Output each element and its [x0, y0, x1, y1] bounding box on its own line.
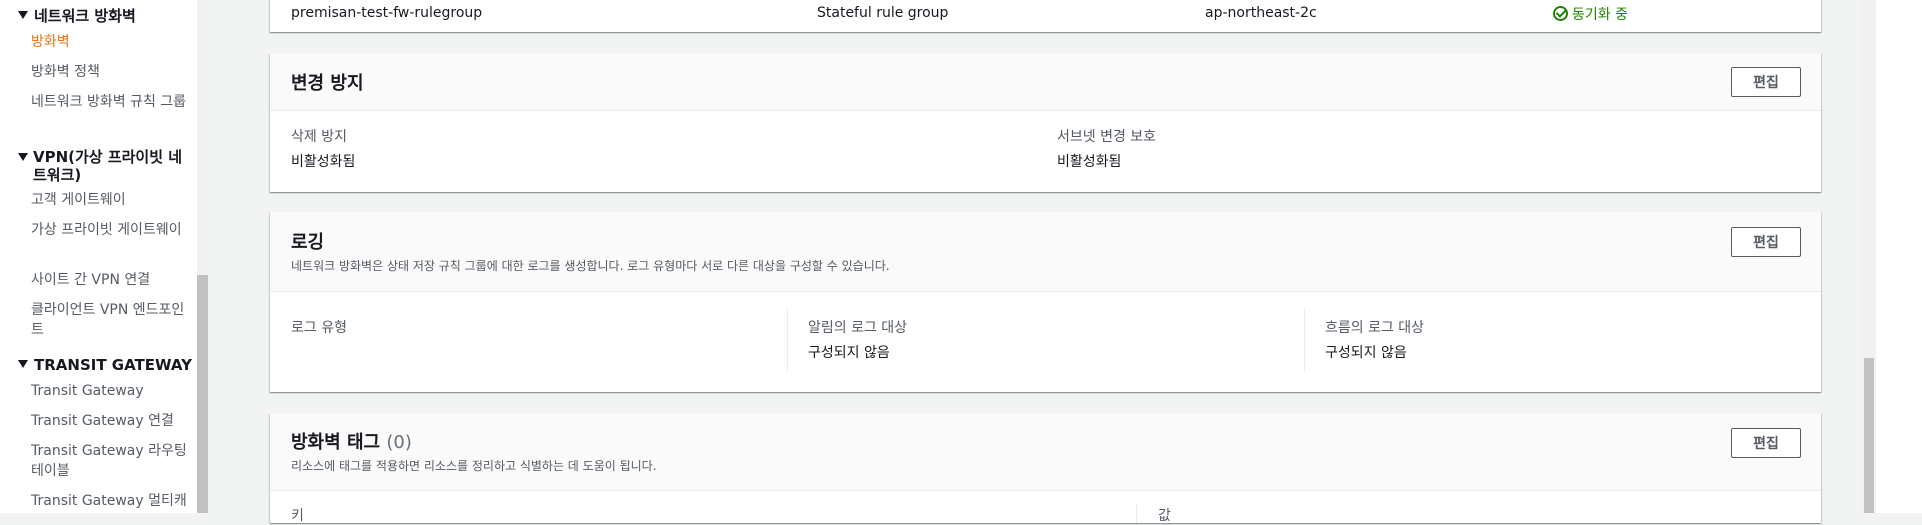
- sidebar-item-site-to-site-vpn[interactable]: 사이트 간 VPN 연결: [31, 270, 191, 290]
- main-content: premisan-test-fw-rulegroup Stateful rule…: [208, 0, 1861, 524]
- alert-log-destination-label: 알림의 로그 대상: [808, 320, 908, 336]
- rule-groups-table: premisan-test-fw-rulegroup Stateful rule…: [270, 0, 1821, 32]
- firewall-tags-panel: 방화벽 태그 (0) 리소스에 태그를 적용하면 리소스를 정리하고 식별하는 …: [270, 413, 1821, 524]
- subnet-protection-value: 비활성화됨: [1057, 154, 1122, 170]
- sidebar-item-transit-gateways[interactable]: Transit Gateway: [31, 381, 191, 401]
- sidebar-scrollbar-thumb[interactable]: [197, 275, 208, 513]
- flow-log-destination-label: 흐름의 로그 대상: [1325, 320, 1425, 336]
- subnet-protection-label: 서브넷 변경 보호: [1057, 129, 1157, 145]
- caret-down-icon: [18, 153, 28, 161]
- panel-header: 변경 방지 편집: [270, 53, 1821, 111]
- check-circle-icon: [1553, 6, 1568, 21]
- section-network-firewall[interactable]: 네트워크 방화벽: [18, 7, 193, 25]
- delete-protection-label: 삭제 방지: [291, 129, 347, 145]
- sidebar-item-tgw-attachments[interactable]: Transit Gateway 연결: [31, 411, 191, 431]
- availability-zone: ap-northeast-2c: [1205, 5, 1317, 21]
- edit-tags-button[interactable]: 편집: [1731, 428, 1801, 458]
- panel-description: 네트워크 방화벽은 상태 저장 규칙 그룹에 대한 로그를 생성합니다. 로그 …: [291, 259, 890, 273]
- column-divider: [1136, 503, 1137, 523]
- sidebar-item-rule-groups[interactable]: 네트워크 방화벽 규칙 그룹: [31, 92, 191, 112]
- column-header-value: 값: [1158, 508, 1171, 524]
- section-transit-gateway[interactable]: TRANSIT GATEWAY: [18, 356, 193, 374]
- sidebar-item-tgw-route-tables[interactable]: Transit Gateway 라우팅 테이블: [31, 441, 191, 481]
- column-divider: [787, 308, 788, 372]
- logging-panel: 로깅 네트워크 방화벽은 상태 저장 규칙 그룹에 대한 로그를 생성합니다. …: [270, 212, 1821, 392]
- rule-group-type: Stateful rule group: [817, 5, 949, 21]
- sidebar-item-client-vpn-endpoints[interactable]: 클라이언트 VPN 엔드포인트: [31, 300, 191, 340]
- sidebar-item-tgw-multicast[interactable]: Transit Gateway 멀티캐: [31, 491, 191, 511]
- panel-title: 변경 방지: [291, 73, 364, 94]
- table-row: premisan-test-fw-rulegroup Stateful rule…: [270, 0, 1821, 32]
- column-header-key: 키: [291, 508, 304, 524]
- sidebar-item-customer-gateways[interactable]: 고객 게이트웨이: [31, 190, 191, 210]
- sidebar-item-firewall-policies[interactable]: 방화벽 정책: [31, 62, 191, 82]
- caret-down-icon: [18, 11, 28, 19]
- panel-description: 리소스에 태그를 적용하면 리소스를 정리하고 식별하는 데 도움이 됩니다.: [291, 459, 657, 473]
- panel-title: 방화벽 태그 (0): [291, 432, 412, 453]
- edit-logging-button[interactable]: 편집: [1731, 227, 1801, 257]
- sidebar-item-virtual-private-gateways[interactable]: 가상 프라이빗 게이트웨이: [31, 220, 191, 240]
- panel-header: 로깅 네트워크 방화벽은 상태 저장 규칙 그룹에 대한 로그를 생성합니다. …: [270, 212, 1821, 292]
- column-divider: [1304, 308, 1305, 372]
- tag-count: (0): [386, 432, 412, 453]
- rule-group-name: premisan-test-fw-rulegroup: [291, 5, 483, 21]
- sidebar-item-firewalls[interactable]: 방화벽: [31, 32, 191, 52]
- delete-protection-value: 비활성화됨: [291, 154, 356, 170]
- right-gutter: [1876, 0, 1922, 513]
- page-scrollbar-thumb[interactable]: [1864, 358, 1874, 513]
- edit-change-protection-button[interactable]: 편집: [1731, 67, 1801, 97]
- panel-header: 방화벽 태그 (0) 리소스에 태그를 적용하면 리소스를 정리하고 식별하는 …: [270, 413, 1821, 491]
- log-type-label: 로그 유형: [291, 320, 347, 336]
- sidebar-nav: 네트워크 방화벽 방화벽 방화벽 정책 네트워크 방화벽 규칙 그룹 VPN(가…: [0, 0, 197, 513]
- panel-title: 로깅: [291, 232, 325, 253]
- caret-down-icon: [18, 360, 28, 368]
- status-badge: 동기화 중: [1553, 4, 1628, 24]
- alert-log-destination-value: 구성되지 않음: [808, 345, 890, 361]
- section-vpn[interactable]: VPN(가상 프라이빗 네트워크): [18, 148, 193, 184]
- flow-log-destination-value: 구성되지 않음: [1325, 345, 1407, 361]
- change-protection-panel: 변경 방지 편집 삭제 방지 비활성화됨 서브넷 변경 보호 비활성화됨: [270, 53, 1821, 192]
